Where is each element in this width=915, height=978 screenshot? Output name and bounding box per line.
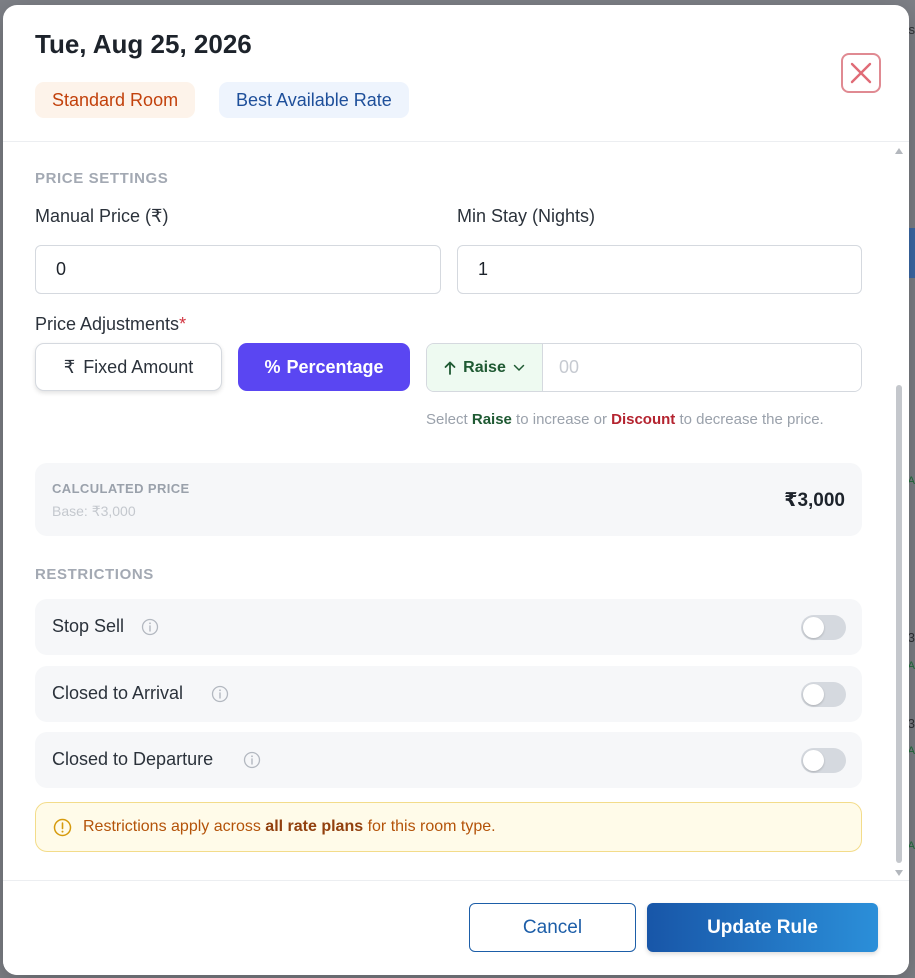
hint-discount: Discount [611,411,676,428]
price-adjustments-label: Price Adjustments* [35,314,186,335]
notice-text: Restrictions apply across all rate plans… [83,818,496,836]
hint-raise: Raise [471,411,512,428]
hint-text: to decrease the price. [675,411,824,428]
modal-footer: Cancel Update Rule [3,880,909,975]
restriction-row-closed-to-arrival: Closed to Arrival [35,666,862,722]
closed-to-arrival-toggle[interactable] [801,682,846,707]
restriction-label: Closed to Arrival [52,683,184,703]
notice-prefix: Restrictions apply across [83,818,266,835]
restrictions-notice: Restrictions apply across all rate plans… [35,802,862,852]
restriction-row-stop-sell: Stop Sell [35,599,862,655]
hint-text: Select [426,411,472,428]
info-icon[interactable] [211,685,229,703]
close-icon [850,62,872,84]
scroll-thumb[interactable] [896,385,902,863]
modal-body: PRICE SETTINGS Manual Price (₹) Min Stay… [3,142,909,880]
price-settings-heading: PRICE SETTINGS [35,170,169,187]
manual-price-input[interactable] [35,245,441,294]
hint-text: to increase or [511,411,612,428]
edit-rule-modal: Tue, Aug 25, 2026 Standard Room Best Ava… [3,5,909,975]
restriction-label: Closed to Departure [52,749,214,769]
fixed-amount-button[interactable]: ₹ Fixed Amount [35,343,222,391]
fixed-amount-label: Fixed Amount [83,356,194,377]
calculated-price-value: ₹3,000 [784,490,845,511]
arrow-up-icon [444,361,456,375]
percent-icon: % [264,356,281,377]
base-price: Base: ₹3,000 [52,503,136,519]
rupee-icon: ₹ [63,356,76,377]
modal-header: Tue, Aug 25, 2026 Standard Room Best Ava… [3,5,909,142]
percentage-button[interactable]: % Percentage [238,343,410,391]
manual-price-label: Manual Price (₹) [35,206,169,226]
calculated-price-card: CALCULATED PRICE Base: ₹3,000 ₹3,000 [35,463,862,536]
rate-plan-badge: Best Available Rate [219,82,409,118]
update-rule-button[interactable]: Update Rule [647,903,878,952]
background-text: s [908,22,915,37]
room-type-badge: Standard Room [35,82,196,118]
warning-info-icon [53,818,72,837]
notice-suffix: for this room type. [363,818,496,835]
percentage-label: Percentage [286,356,384,377]
calculated-price-label: CALCULATED PRICE [52,481,190,496]
notice-bold: all rate plans [265,818,364,835]
close-button[interactable] [841,53,881,93]
price-adjustments-text: Price Adjustments [35,314,180,334]
scrollbar[interactable] [893,142,905,880]
restriction-label: Stop Sell [52,616,125,636]
restrictions-heading: RESTRICTIONS [35,566,154,583]
adjustment-value-input[interactable] [543,344,861,391]
scroll-down-arrow[interactable] [895,870,903,876]
cancel-button[interactable]: Cancel [469,903,636,952]
adjustment-direction-select[interactable]: Raise [427,344,543,391]
min-stay-label: Min Stay (Nights) [457,206,596,226]
info-icon[interactable] [243,751,261,769]
chevron-down-icon [513,364,525,371]
scroll-up-arrow[interactable] [895,148,903,154]
date-title: Tue, Aug 25, 2026 [35,29,252,59]
restriction-row-closed-to-departure: Closed to Departure [35,732,862,788]
stop-sell-toggle[interactable] [801,615,846,640]
closed-to-departure-toggle[interactable] [801,748,846,773]
direction-label: Raise [463,358,506,376]
required-marker: * [179,314,187,334]
info-icon[interactable] [141,618,159,636]
min-stay-input[interactable] [457,245,862,294]
adjustment-hint: Select Raise to increase or Discount to … [426,409,846,431]
adjustment-input-group: Raise [426,343,862,392]
